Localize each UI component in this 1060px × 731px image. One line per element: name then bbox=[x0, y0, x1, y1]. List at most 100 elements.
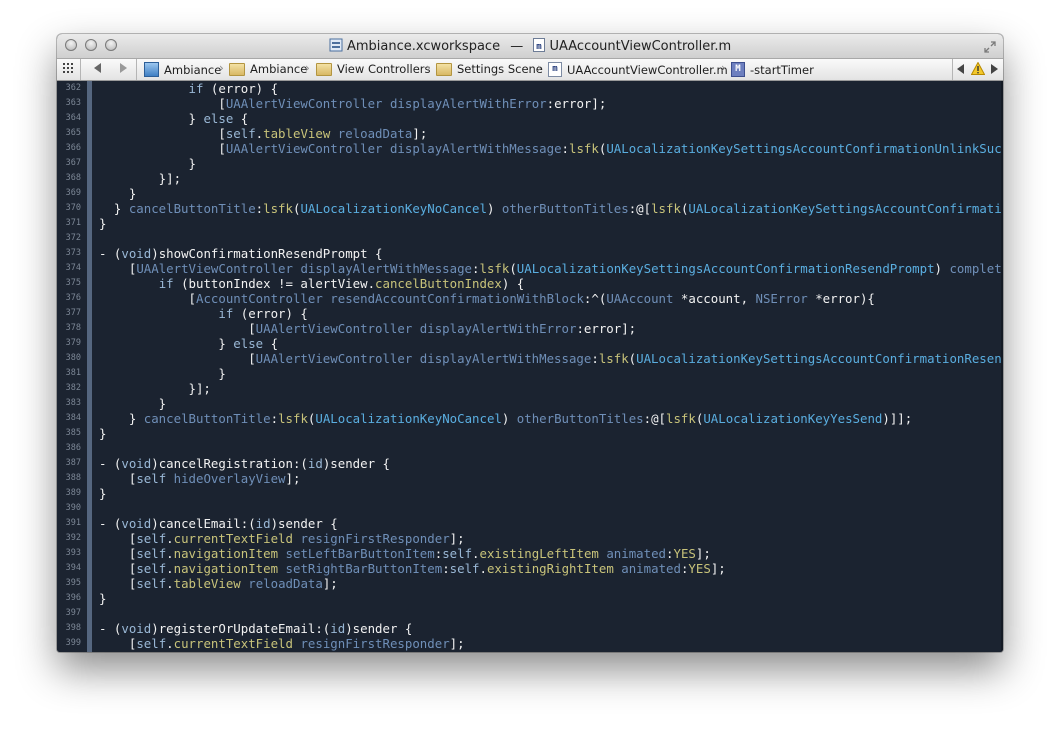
code-text[interactable]: } bbox=[99, 486, 106, 501]
code-line[interactable]: 378 [UAAlertViewController displayAlertW… bbox=[57, 321, 1003, 336]
code-line[interactable]: 387 - (void)cancelRegistration:(id)sender… bbox=[57, 456, 1003, 471]
line-number: 365 bbox=[65, 128, 81, 138]
code-text[interactable]: - (void)cancelEmail:(id)sender { bbox=[99, 516, 338, 531]
jumpbar-label: Ambiance bbox=[164, 62, 222, 77]
code-line[interactable]: 399 [self.currentTextField resignFirstRe… bbox=[57, 636, 1003, 651]
code-text[interactable]: } bbox=[99, 216, 106, 231]
code-text[interactable]: [UAAlertViewController displayAlertWithE… bbox=[99, 96, 606, 111]
code-line[interactable]: 393 [self.navigationItem setLeftBarButto… bbox=[57, 546, 1003, 561]
code-text[interactable]: } else { bbox=[99, 336, 278, 351]
code-text[interactable]: } bbox=[99, 366, 225, 381]
code-line[interactable]: 392 [self.currentTextField resignFirstRe… bbox=[57, 531, 1003, 546]
code-line[interactable]: 380 [UAAlertViewController displayAlertW… bbox=[57, 351, 1003, 366]
line-number: 386 bbox=[65, 443, 81, 453]
fullscreen-icon[interactable] bbox=[983, 39, 997, 53]
code-line[interactable]: 370 } cancelButtonTitle:lsfk(UALocalizat… bbox=[57, 201, 1003, 216]
code-line[interactable]: 377 if (error) { bbox=[57, 306, 1003, 321]
code-text[interactable]: } cancelButtonTitle:lsfk(UALocalizationK… bbox=[99, 411, 912, 426]
code-text[interactable]: [UAAlertViewController displayAlertWithM… bbox=[99, 261, 1003, 276]
line-number: 384 bbox=[65, 413, 81, 423]
code-line[interactable]: 375 if (buttonIndex != alertView.cancelB… bbox=[57, 276, 1003, 291]
jumpbar-item-method[interactable]: M -startTimer bbox=[731, 62, 814, 77]
code-line[interactable]: 368 }]; bbox=[57, 171, 1003, 186]
back-arrow-icon[interactable] bbox=[93, 63, 102, 73]
scrollbar-track[interactable] bbox=[1001, 81, 1003, 652]
code-line[interactable]: 384 } cancelButtonTitle:lsfk(UALocalizat… bbox=[57, 411, 1003, 426]
jumpbar-label: UAAccountViewController.m bbox=[567, 62, 728, 77]
code-text[interactable]: } bbox=[99, 186, 136, 201]
code-line[interactable]: 366 [UAAlertViewController displayAlertW… bbox=[57, 141, 1003, 156]
code-text[interactable]: } bbox=[99, 426, 106, 441]
code-text[interactable]: }]; bbox=[99, 381, 211, 396]
code-text[interactable]: if (error) { bbox=[99, 306, 308, 321]
code-line[interactable]: 398 - (void)registerOrUpdateEmail:(id)sen… bbox=[57, 621, 1003, 636]
code-line[interactable]: 397 bbox=[57, 606, 1003, 621]
code-text[interactable]: } bbox=[99, 591, 106, 606]
code-line[interactable]: 376 [AccountController resendAccountConf… bbox=[57, 291, 1003, 306]
code-text[interactable]: [self hideOverlayView]; bbox=[99, 471, 301, 486]
jumpbar-item-file[interactable]: m UAAccountViewController.m bbox=[548, 62, 728, 77]
jumpbar-item-group-ambiance[interactable]: Ambiance bbox=[229, 62, 307, 76]
code-line[interactable]: 362 if (error) { bbox=[57, 81, 1003, 96]
line-number: 364 bbox=[65, 113, 81, 123]
code-text[interactable]: [self.tableView reloadData]; bbox=[99, 126, 427, 141]
code-text[interactable]: }]; bbox=[99, 171, 181, 186]
jumpbar-item-settings-scene[interactable]: Settings Scene bbox=[436, 62, 543, 76]
code-text[interactable]: - (void)showConfirmationResendPrompt { bbox=[99, 246, 383, 261]
line-number: 398 bbox=[65, 623, 81, 633]
code-line[interactable]: 381 } bbox=[57, 366, 1003, 381]
code-line[interactable]: 395 [self.tableView reloadData]; bbox=[57, 576, 1003, 591]
code-area[interactable]: 362 if (error) {363 [UAAlertViewControll… bbox=[57, 81, 1003, 652]
code-line[interactable]: 373 - (void)showConfirmationResendPrompt … bbox=[57, 246, 1003, 261]
code-text[interactable]: } cancelButtonTitle:lsfk(UALocalizationK… bbox=[99, 201, 1003, 216]
code-line[interactable]: 379 } else { bbox=[57, 336, 1003, 351]
code-text[interactable]: [self.navigationItem setRightBarButtonIt… bbox=[99, 561, 726, 576]
line-number: 367 bbox=[65, 158, 81, 168]
line-number: 387 bbox=[65, 458, 81, 468]
code-line[interactable]: 390 bbox=[57, 501, 1003, 516]
previous-issue-icon[interactable] bbox=[957, 64, 965, 74]
code-text[interactable]: if (error) { bbox=[99, 81, 279, 96]
source-editor[interactable]: 362 if (error) {363 [UAAlertViewControll… bbox=[57, 81, 1003, 652]
code-text[interactable]: } else { bbox=[99, 111, 249, 126]
code-text[interactable]: [UAAlertViewController displayAlertWithE… bbox=[99, 321, 636, 336]
path-separator: › bbox=[219, 61, 224, 75]
code-text[interactable]: [UAAlertViewController displayAlertWithM… bbox=[99, 141, 1003, 156]
code-line[interactable]: 396} bbox=[57, 591, 1003, 606]
code-line[interactable]: 369 } bbox=[57, 186, 1003, 201]
code-text[interactable]: } bbox=[99, 396, 166, 411]
code-text[interactable]: [AccountController resendAccountConfirma… bbox=[99, 291, 875, 306]
code-line[interactable]: 391 - (void)cancelEmail:(id)sender { bbox=[57, 516, 1003, 531]
code-line[interactable]: 385} bbox=[57, 426, 1003, 441]
code-line[interactable]: 383 } bbox=[57, 396, 1003, 411]
code-text[interactable]: [self.navigationItem setLeftBarButtonIte… bbox=[99, 546, 711, 561]
related-items-icon[interactable] bbox=[63, 62, 75, 74]
code-line[interactable]: 389} bbox=[57, 486, 1003, 501]
code-text[interactable]: if (buttonIndex != alertView.cancelButto… bbox=[99, 276, 525, 291]
code-line[interactable]: 364 } else { bbox=[57, 111, 1003, 126]
code-text[interactable]: - (void)registerOrUpdateEmail:(id)sender… bbox=[99, 621, 412, 636]
code-text[interactable]: - (void)cancelRegistration:(id)sender { bbox=[99, 456, 390, 471]
warning-icon[interactable] bbox=[971, 62, 985, 75]
title-bar: Ambiance.xcworkspace — m UAAccountViewCo… bbox=[57, 34, 1003, 59]
code-line[interactable]: 386 bbox=[57, 441, 1003, 456]
next-issue-icon[interactable] bbox=[990, 64, 998, 74]
code-line[interactable]: 371} bbox=[57, 216, 1003, 231]
code-text[interactable]: [self.currentTextField resignFirstRespon… bbox=[99, 636, 465, 651]
code-line[interactable]: 367 } bbox=[57, 156, 1003, 171]
code-text[interactable]: [self.currentTextField resignFirstRespon… bbox=[99, 531, 465, 546]
code-line[interactable]: 372 bbox=[57, 231, 1003, 246]
code-text[interactable]: } bbox=[99, 156, 196, 171]
code-line[interactable]: 388 [self hideOverlayView]; bbox=[57, 471, 1003, 486]
forward-arrow-icon[interactable] bbox=[119, 63, 128, 73]
code-line[interactable]: 374 [UAAlertViewController displayAlertW… bbox=[57, 261, 1003, 276]
jumpbar-item-project[interactable]: Ambiance bbox=[144, 62, 221, 77]
code-line[interactable]: 363 [UAAlertViewController displayAlertW… bbox=[57, 96, 1003, 111]
code-line[interactable]: 394 [self.navigationItem setRightBarButt… bbox=[57, 561, 1003, 576]
code-line[interactable]: 382 }]; bbox=[57, 381, 1003, 396]
code-text[interactable]: [self.tableView reloadData]; bbox=[99, 576, 338, 591]
code-text[interactable]: [UAAlertViewController displayAlertWithM… bbox=[99, 351, 1003, 366]
jumpbar-item-view-controllers[interactable]: View Controllers bbox=[316, 62, 431, 76]
line-number: 374 bbox=[65, 263, 81, 273]
code-line[interactable]: 365 [self.tableView reloadData]; bbox=[57, 126, 1003, 141]
